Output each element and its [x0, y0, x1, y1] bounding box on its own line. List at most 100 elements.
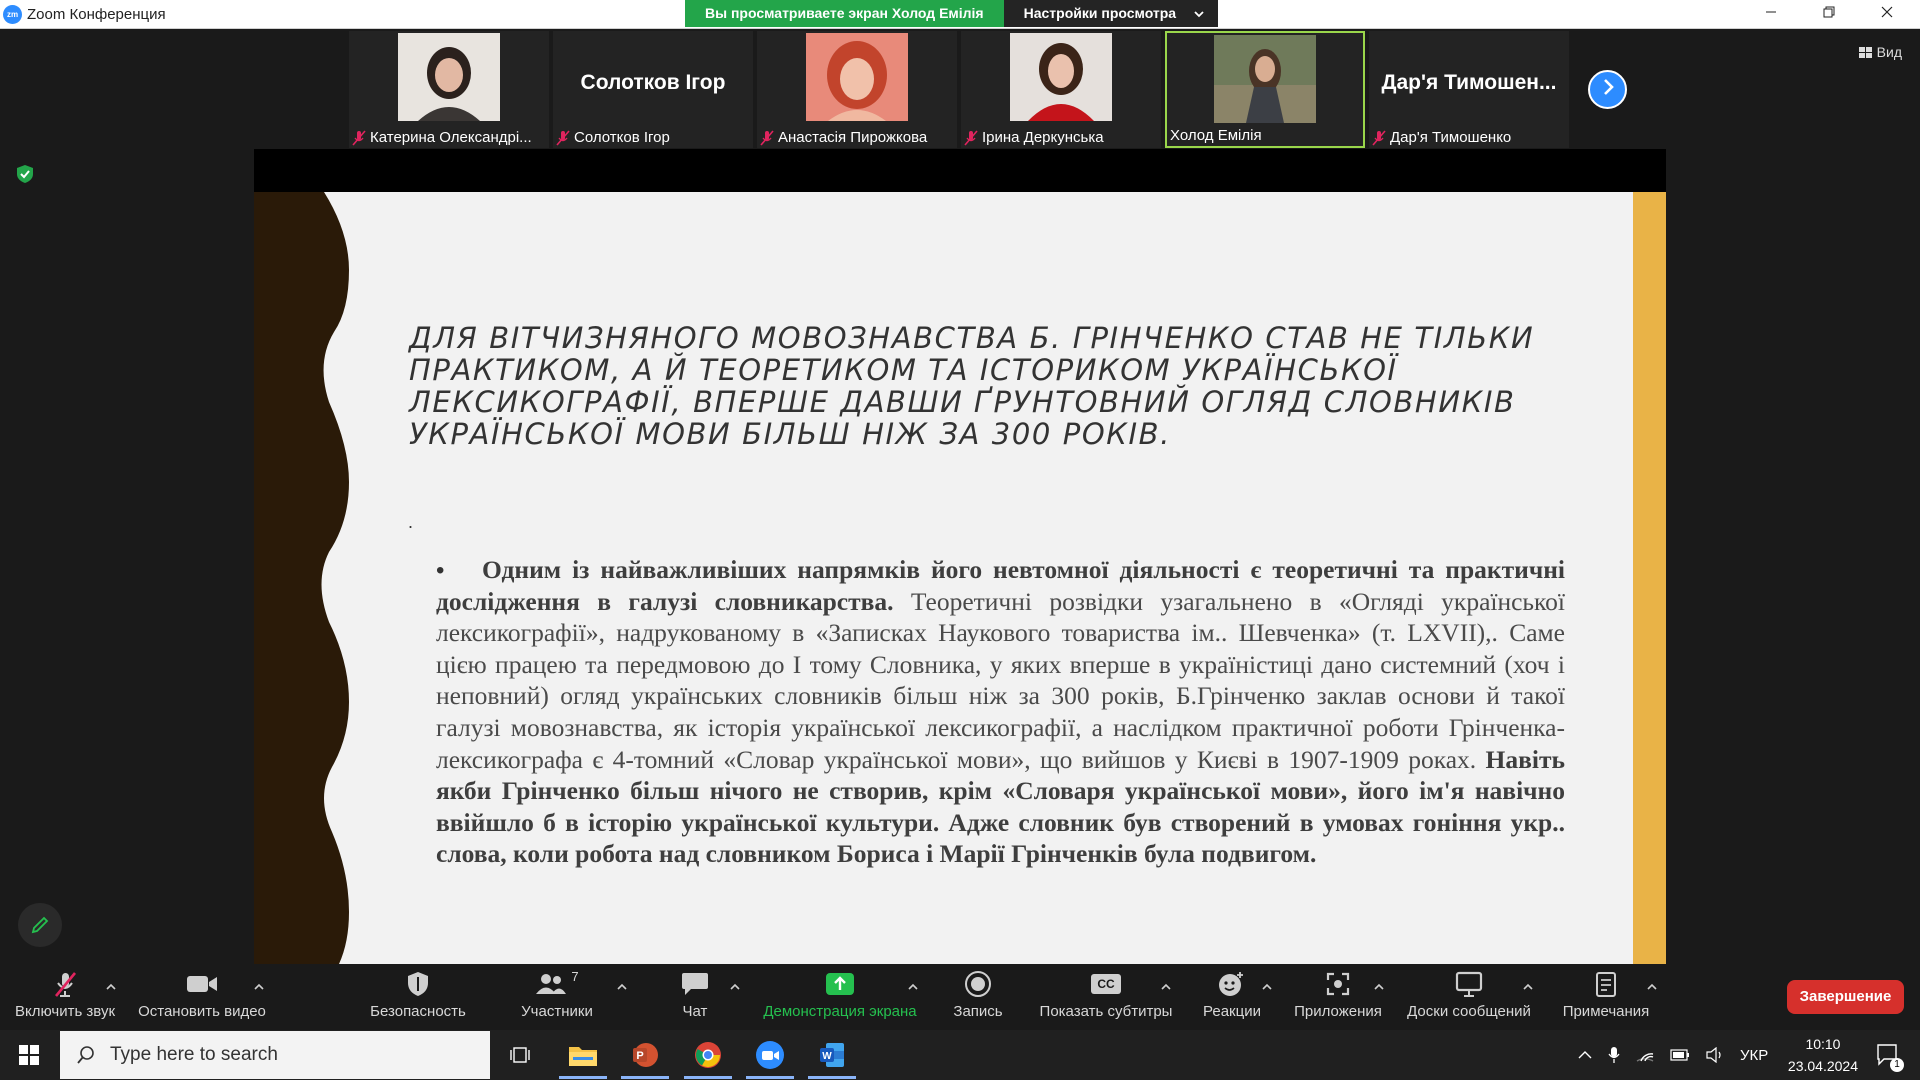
chevron-up-icon [1523, 983, 1533, 990]
whiteboards-options-caret[interactable] [1523, 977, 1533, 993]
chrome-icon [695, 1042, 721, 1068]
participant-strip: Катерина Олександрі... Солотков Ігор Сол… [349, 31, 1569, 148]
video-options-caret[interactable] [254, 977, 264, 993]
system-tray: УКР [1578, 1030, 1768, 1080]
security-button[interactable]: Безопасность [366, 965, 470, 1030]
next-page-button[interactable] [1588, 70, 1627, 109]
record-label: Запись [953, 1003, 1003, 1020]
notes-button[interactable]: Примечания [1558, 965, 1654, 1030]
apps-icon [1326, 972, 1350, 996]
captions-options-caret[interactable] [1161, 977, 1171, 993]
encryption-shield-icon[interactable] [17, 165, 33, 183]
end-meeting-button[interactable]: Завершение [1787, 980, 1904, 1014]
windows-taskbar: Type here to search P W УКР 10:10 23.04.… [0, 1030, 1920, 1080]
mic-off-icon [352, 129, 366, 146]
participant-display-name: Солотков Ігор [580, 71, 726, 94]
chat-button[interactable]: Чат [665, 965, 725, 1030]
participant-name: Ірина Деркунська [982, 129, 1104, 146]
apps-label: Приложения [1294, 1003, 1382, 1020]
search-icon [77, 1046, 94, 1064]
taskbar-clock[interactable]: 10:10 23.04.2024 [1788, 1033, 1858, 1077]
file-explorer-app[interactable] [555, 1030, 611, 1080]
annotate-button[interactable] [18, 903, 62, 947]
security-label: Безопасность [370, 1003, 466, 1020]
reactions-button[interactable]: Реакции [1198, 965, 1266, 1030]
chevron-up-icon [730, 983, 740, 990]
start-button[interactable] [0, 1030, 58, 1080]
participant-tile[interactable]: Солотков Ігор Солотков Ігор [553, 31, 753, 148]
participants-options-caret[interactable] [617, 977, 627, 993]
stop-video-label: Остановить видео [138, 1003, 266, 1020]
slide-wave-decoration [254, 192, 349, 964]
participant-display-name: Дар'я Тимошен... [1381, 71, 1557, 94]
chevron-up-icon [1161, 983, 1171, 990]
apps-button[interactable]: Приложения [1290, 965, 1386, 1030]
record-button[interactable]: Запись [948, 965, 1008, 1030]
participant-video-4 [1010, 33, 1112, 121]
slide-accent-bar [1633, 192, 1666, 964]
zoom-app[interactable] [742, 1030, 798, 1080]
participant-name: Катерина Олександрі... [370, 129, 532, 146]
close-button[interactable] [1858, 0, 1916, 29]
chevron-up-icon[interactable] [1578, 1050, 1592, 1060]
chat-options-caret[interactable] [730, 977, 740, 993]
zoom-app-icon [756, 1041, 784, 1069]
participant-tile-active-speaker[interactable]: Холод Емілія [1165, 31, 1365, 148]
apps-options-caret[interactable] [1374, 977, 1384, 993]
taskbar-search-box[interactable]: Type here to search [60, 1031, 490, 1079]
participant-tile[interactable]: Катерина Олександрі... [349, 31, 549, 148]
chrome-app[interactable] [680, 1030, 736, 1080]
clock-time: 10:10 [1805, 1036, 1841, 1052]
participant-tile[interactable]: Анастасія Пирожкова [757, 31, 957, 148]
share-options-caret[interactable] [908, 977, 918, 993]
whiteboards-button[interactable]: Доски сообщений [1402, 965, 1536, 1030]
notes-options-caret[interactable] [1647, 977, 1657, 993]
windows-logo-icon [19, 1045, 39, 1065]
notes-icon [1596, 972, 1616, 997]
word-app[interactable]: W [804, 1030, 860, 1080]
participant-name: Холод Емілія [1170, 127, 1262, 144]
record-icon [965, 971, 991, 997]
participant-tile[interactable]: Дар'я Тимошен... Дар'я Тимошенко [1369, 31, 1569, 148]
powerpoint-app[interactable]: P [617, 1030, 673, 1080]
share-screen-button[interactable]: Демонстрация экрана [760, 965, 920, 1030]
stop-video-button[interactable]: Остановить видео [136, 965, 268, 1030]
task-view-button[interactable] [492, 1030, 548, 1080]
share-screen-icon [826, 973, 854, 995]
audio-options-caret[interactable] [106, 977, 116, 993]
slide-body-text: Одним із найважливіших напрямків його не… [436, 554, 1565, 870]
view-button[interactable]: Вид [1858, 44, 1902, 60]
chat-bubble-icon [682, 973, 708, 995]
battery-icon[interactable] [1670, 1049, 1690, 1061]
restore-icon [1823, 6, 1835, 18]
notification-count: 1 [1890, 1058, 1904, 1072]
volume-icon[interactable] [1706, 1047, 1724, 1063]
participant-tile[interactable]: Ірина Деркунська [961, 31, 1161, 148]
restore-button[interactable] [1800, 0, 1858, 29]
minimize-button[interactable] [1742, 0, 1800, 29]
microphone-icon[interactable] [1608, 1046, 1620, 1064]
security-shield-icon [408, 972, 428, 996]
zoom-logo-icon: zm [3, 5, 22, 24]
share-screen-label: Демонстрация экрана [763, 1003, 917, 1020]
captions-button[interactable]: CC Показать субтитры [1036, 965, 1176, 1030]
word-icon: W [820, 1043, 844, 1067]
unmute-button[interactable]: Включить звук [10, 965, 120, 1030]
minimize-icon [1766, 11, 1776, 13]
chevron-down-icon [1194, 10, 1204, 17]
task-view-icon [510, 1047, 530, 1063]
svg-text:W: W [822, 1051, 832, 1062]
whiteboards-label: Доски сообщений [1407, 1003, 1531, 1020]
input-language[interactable]: УКР [1740, 1047, 1768, 1064]
wifi-icon[interactable] [1636, 1047, 1654, 1063]
video-camera-icon [187, 976, 217, 992]
pencil-icon [31, 916, 49, 934]
view-settings-button[interactable]: Настройки просмотра [1003, 0, 1219, 27]
slide-dot: . [408, 512, 414, 532]
captions-label: Показать субтитры [1039, 1003, 1173, 1020]
reactions-options-caret[interactable] [1262, 977, 1272, 993]
chevron-up-icon [1262, 983, 1272, 990]
notification-center-button[interactable]: 1 [1864, 1030, 1914, 1080]
chevron-up-icon [1647, 983, 1657, 990]
participants-button[interactable]: 7 Участники [510, 965, 604, 1030]
